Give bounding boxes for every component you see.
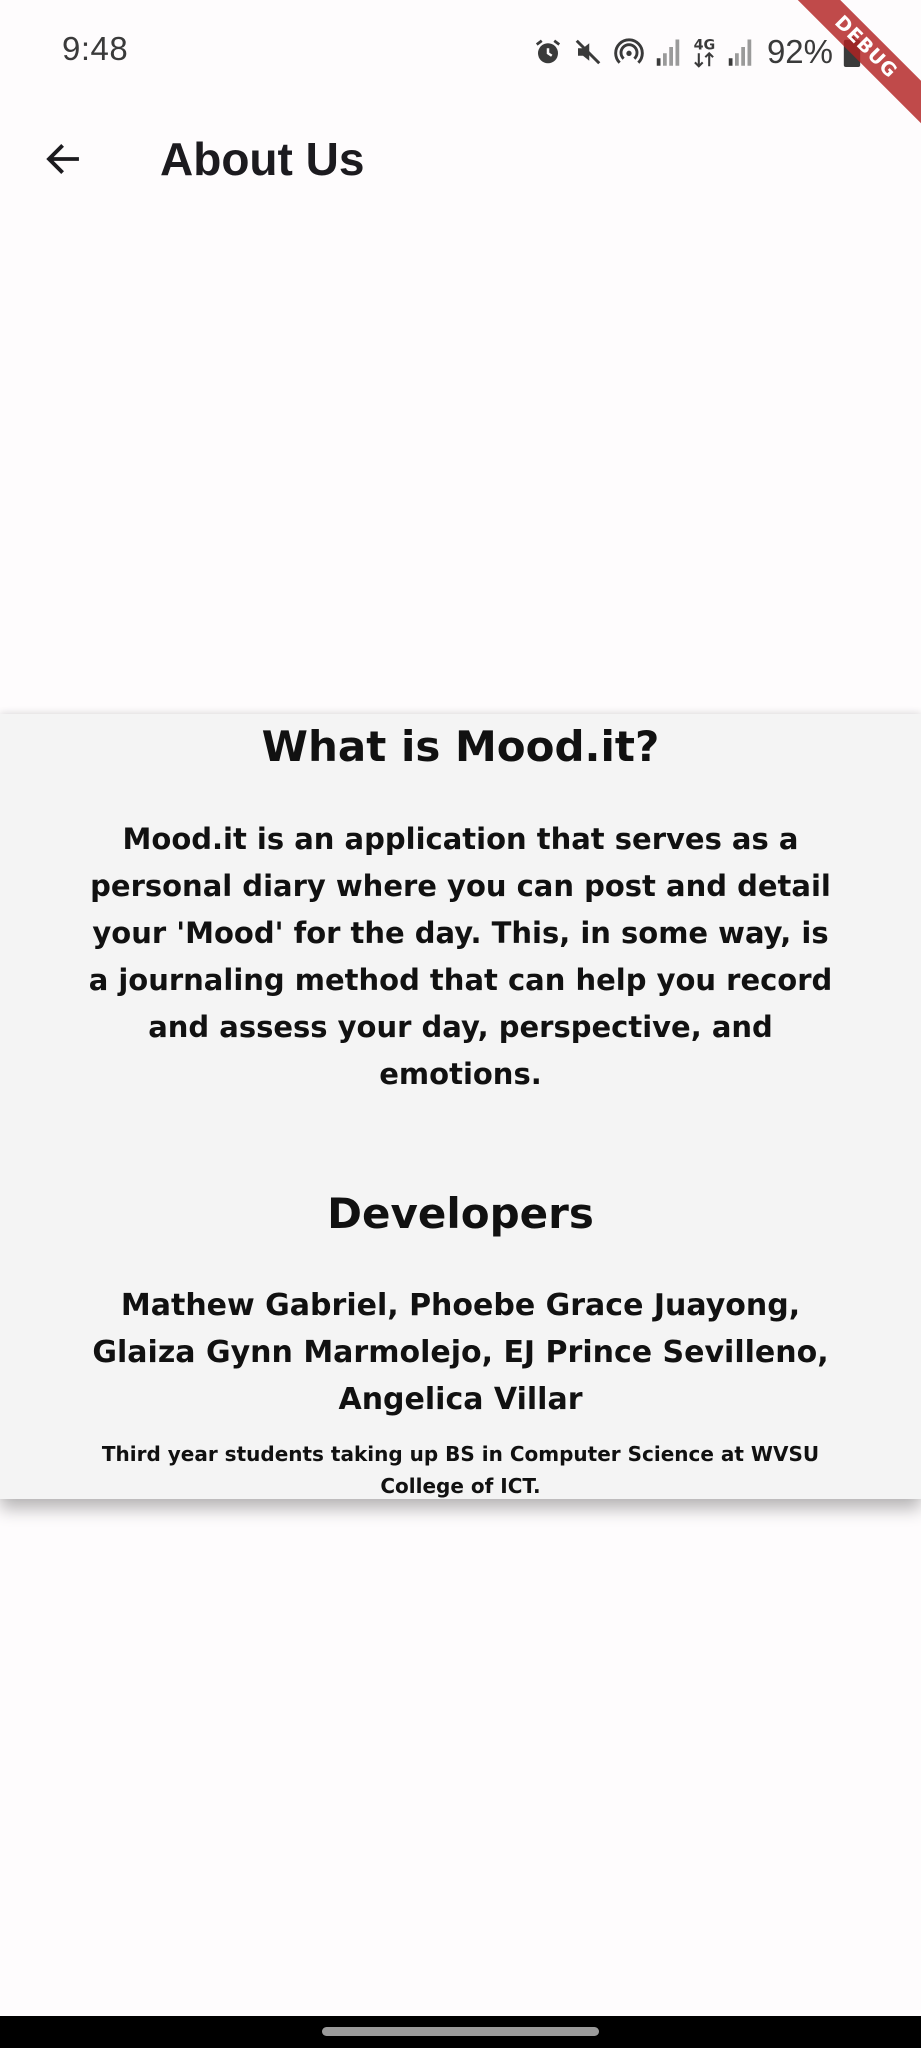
page-title: About Us (160, 133, 365, 185)
developers-names: Mathew Gabriel, Phoebe Grace Juayong, Gl… (92, 1288, 829, 1417)
signal-icon (727, 37, 753, 67)
developers-heading: Developers (327, 1189, 594, 1238)
about-heading: What is Mood.it? (261, 722, 660, 771)
app-bar: About Us (0, 104, 921, 220)
status-bar: 9:48 4G 92% (0, 0, 921, 104)
svg-text:4G: 4G (694, 37, 716, 53)
about-description: Mood.it is an application that serves as… (88, 822, 833, 1091)
about-card: What is Mood.it? Mood.it is an applicati… (0, 714, 921, 1499)
alarm-icon (533, 37, 563, 67)
home-gesture-handle[interactable] (322, 2027, 599, 2036)
battery-icon (843, 37, 861, 67)
status-icons: 4G 92% (533, 30, 861, 74)
status-time: 9:48 (62, 30, 129, 67)
4g-icon: 4G (691, 35, 717, 69)
system-nav-bar (0, 2016, 921, 2048)
arrow-back-icon (42, 138, 84, 184)
battery-percent: 92% (766, 33, 833, 70)
mute-icon (573, 37, 603, 67)
signal-icon (655, 37, 681, 67)
back-button[interactable] (30, 128, 96, 194)
developers-note: Third year students taking up BS in Comp… (101, 1442, 820, 1498)
hotspot-icon (613, 36, 645, 68)
